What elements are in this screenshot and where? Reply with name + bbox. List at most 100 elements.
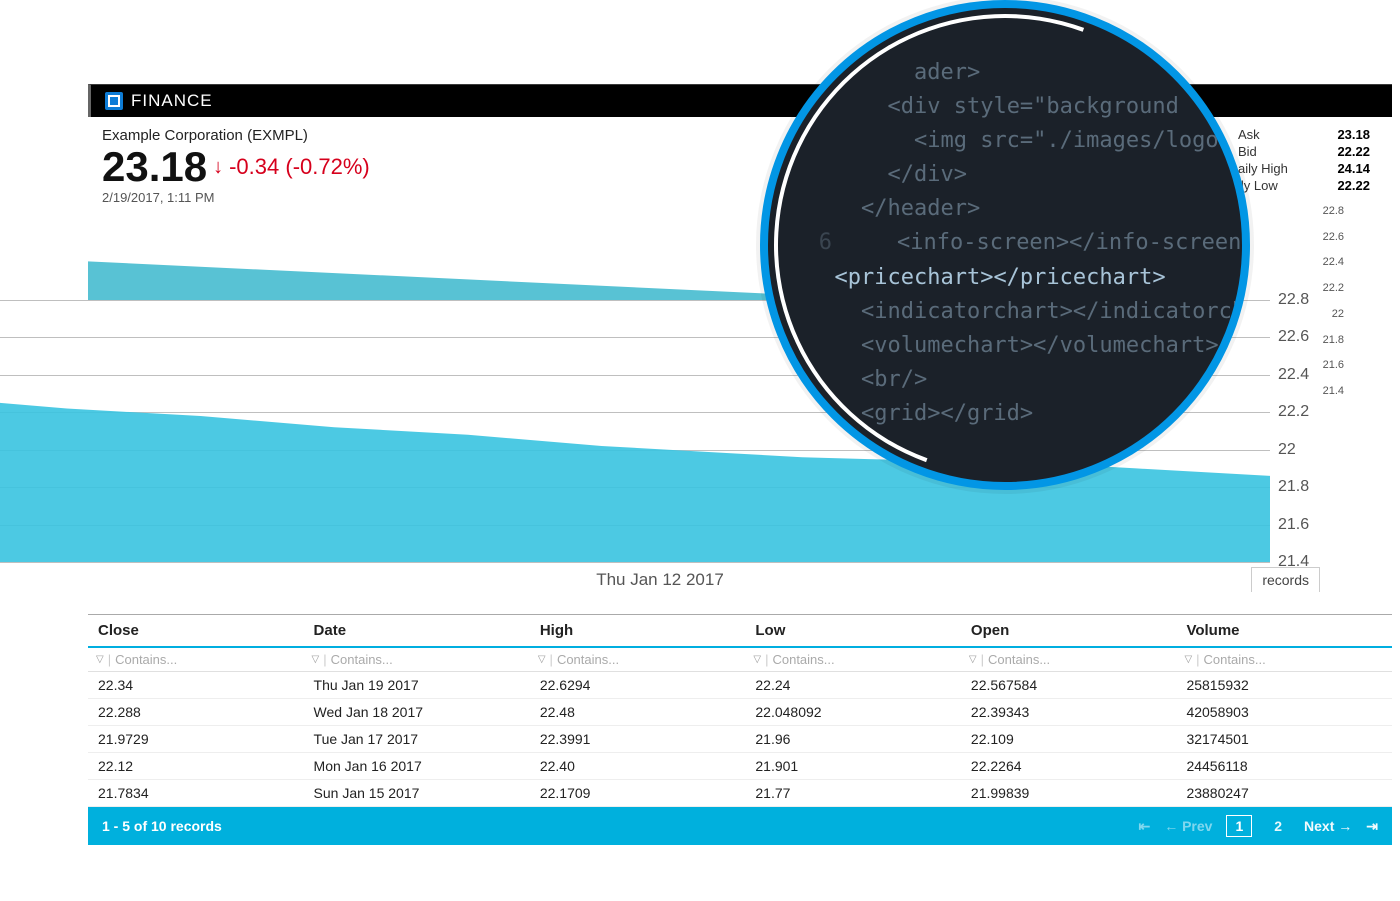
- table-cell: 22.2264: [961, 753, 1177, 780]
- column-header[interactable]: Open: [961, 615, 1177, 646]
- code-line: <img src="./images/logo.: [808, 124, 1212, 158]
- table-cell: 21.99839: [961, 780, 1177, 807]
- table-cell: Tue Jan 17 2017: [304, 726, 530, 753]
- filter-icon: ▽: [96, 654, 104, 665]
- table-cell: 22.40: [530, 753, 746, 780]
- column-header[interactable]: High: [530, 615, 746, 646]
- table-cell: 24456118: [1176, 753, 1392, 780]
- chart-y-tick: 22.4: [1278, 366, 1328, 384]
- column-filter-input[interactable]: ▽ | Contains...: [312, 652, 522, 667]
- current-price: 23.18: [102, 146, 207, 188]
- table-cell: 21.96: [745, 726, 961, 753]
- table-cell: 21.901: [745, 753, 961, 780]
- chart-y-tick: 21.8: [1278, 478, 1328, 496]
- mini-chart-tick: 22.6: [1304, 231, 1344, 243]
- data-grid: CloseDateHighLowOpenVolume ▽ | Contains.…: [88, 614, 1392, 845]
- code-line: <br/>: [808, 363, 1212, 397]
- filter-icon: ▽: [1184, 654, 1192, 665]
- records-tab[interactable]: records: [1251, 567, 1320, 592]
- table-cell: 22.109: [961, 726, 1177, 753]
- column-header[interactable]: Volume: [1176, 615, 1392, 646]
- chart-y-tick: 22.2: [1278, 403, 1328, 421]
- chart-y-tick: 21.6: [1278, 516, 1328, 534]
- table-cell: 21.7834: [88, 780, 304, 807]
- chart-y-tick: 22.6: [1278, 328, 1328, 346]
- table-cell: Thu Jan 19 2017: [304, 672, 530, 699]
- table-cell: 22.1709: [530, 780, 746, 807]
- code-line: <grid></grid>: [808, 397, 1212, 431]
- table-cell: 22.6294: [530, 672, 746, 699]
- table-cell: 22.288: [88, 699, 304, 726]
- pager-summary: 1 - 5 of 10 records: [102, 818, 222, 834]
- stat-value-low: 22.22: [1337, 178, 1370, 193]
- code-line: <volumechart></volumechart>: [808, 329, 1212, 363]
- price-change: -0.34 (-0.72%): [229, 154, 370, 180]
- code-line: <indicatorchart></indicatorch: [808, 295, 1212, 329]
- stat-value-high: 24.14: [1337, 161, 1370, 176]
- stat-value-ask: 23.18: [1337, 127, 1370, 142]
- stat-label-bid: Bid: [1238, 144, 1257, 159]
- table-cell: 23880247: [1176, 780, 1392, 807]
- column-filter-input[interactable]: ▽ | Contains...: [96, 652, 296, 667]
- filter-icon: ▽: [312, 654, 320, 665]
- table-cell: 22.3991: [530, 726, 746, 753]
- table-cell: Wed Jan 18 2017: [304, 699, 530, 726]
- table-cell: 32174501: [1176, 726, 1392, 753]
- column-header[interactable]: Date: [304, 615, 530, 646]
- table-cell: 22.39343: [961, 699, 1177, 726]
- table-cell: 22.048092: [745, 699, 961, 726]
- code-line: ader>: [808, 56, 1212, 90]
- filter-icon: ▽: [538, 654, 546, 665]
- table-cell: 22.24: [745, 672, 961, 699]
- grid-header: CloseDateHighLowOpenVolume: [88, 615, 1392, 648]
- table-cell: 21.9729: [88, 726, 304, 753]
- code-line: </header>: [808, 192, 1212, 226]
- pager-prev-button[interactable]: ← Prev: [1164, 818, 1212, 834]
- column-filter-input[interactable]: ▽ | Contains...: [753, 652, 953, 667]
- chart-x-label: Thu Jan 12 2017: [596, 570, 724, 590]
- column-header[interactable]: Low: [745, 615, 961, 646]
- app-logo-icon: [105, 92, 123, 110]
- stat-label-ask: Ask: [1238, 127, 1260, 142]
- pager-last-button[interactable]: ⇥: [1366, 818, 1378, 835]
- table-cell: 22.12: [88, 753, 304, 780]
- column-filter-input[interactable]: ▽ | Contains...: [969, 652, 1169, 667]
- table-cell: 22.48: [530, 699, 746, 726]
- table-cell: 22.34: [88, 672, 304, 699]
- table-cell: 21.77: [745, 780, 961, 807]
- stat-label-high: aily High: [1238, 161, 1288, 176]
- column-filter-input[interactable]: ▽ | Contains...: [538, 652, 738, 667]
- filter-icon: ▽: [753, 654, 761, 665]
- grid-filter-row: ▽ | Contains... ▽ | Contains... ▽ | Contai…: [88, 648, 1392, 672]
- table-row[interactable]: 21.9729Tue Jan 17 201722.399121.9622.109…: [88, 726, 1392, 753]
- column-header[interactable]: Close: [88, 615, 304, 646]
- chart-y-tick: 22.8: [1278, 291, 1328, 309]
- table-cell: 25815932: [1176, 672, 1392, 699]
- table-row[interactable]: 22.12Mon Jan 16 201722.4021.90122.226424…: [88, 753, 1392, 780]
- pager-next-button[interactable]: Next →: [1304, 818, 1352, 834]
- code-line: <div style="background: [808, 90, 1212, 124]
- code-line: </div>: [808, 158, 1212, 192]
- table-cell: 22.567584: [961, 672, 1177, 699]
- table-cell: Sun Jan 15 2017: [304, 780, 530, 807]
- pager: 1 - 5 of 10 records ⇤ ← Prev 1 2 Next → …: [88, 807, 1392, 845]
- filter-icon: ▽: [969, 654, 977, 665]
- table-row[interactable]: 21.7834Sun Jan 15 201722.170921.7721.998…: [88, 780, 1392, 807]
- code-magnifier: ader> <div style="background <img src=".…: [760, 0, 1250, 490]
- stats-panel: Ask23.18 Bid22.22 aily High24.14 ily Low…: [1238, 127, 1378, 205]
- table-row[interactable]: 22.288Wed Jan 18 201722.4822.04809222.39…: [88, 699, 1392, 726]
- table-row[interactable]: 22.34Thu Jan 19 201722.629422.2422.56758…: [88, 672, 1392, 699]
- table-cell: 42058903: [1176, 699, 1392, 726]
- down-arrow-icon: ↓: [213, 156, 223, 179]
- column-filter-input[interactable]: ▽ | Contains...: [1184, 652, 1384, 667]
- chart-y-tick: 22: [1278, 441, 1328, 459]
- pager-page-1[interactable]: 1: [1226, 815, 1252, 837]
- stat-value-bid: 22.22: [1337, 144, 1370, 159]
- pager-first-button[interactable]: ⇤: [1138, 818, 1150, 835]
- pager-page-2[interactable]: 2: [1266, 816, 1290, 836]
- table-cell: Mon Jan 16 2017: [304, 753, 530, 780]
- mini-chart-tick: 22.4: [1304, 256, 1344, 268]
- code-line: 6 <info-screen></info-screen>: [808, 226, 1212, 260]
- code-line: <pricechart></pricechart>: [808, 261, 1212, 295]
- mini-chart-tick: 22.8: [1304, 205, 1344, 217]
